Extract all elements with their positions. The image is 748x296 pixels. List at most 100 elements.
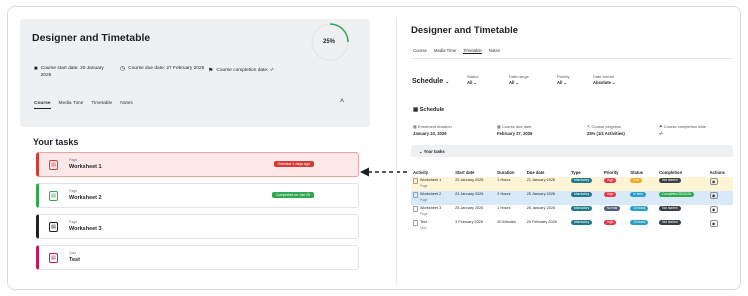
page-icon <box>413 192 418 198</box>
completion-cell: Not started <box>657 177 708 191</box>
status-filter[interactable]: Status All ⌄ <box>467 74 478 86</box>
chevron-down-icon: ⌄ <box>419 149 423 154</box>
due-date-cell: 26 January 2026 <box>526 206 556 210</box>
duration-cell: 1 Hours <box>495 177 525 191</box>
course-page: Designer and Timetable 25% ■ Course star… <box>8 7 372 289</box>
schedule-select[interactable]: Schedule ⌄ <box>412 78 449 85</box>
tab-notes[interactable]: Notes <box>120 101 133 109</box>
screenshot-frame: Designer and Timetable 25% ■ Course star… <box>7 6 741 290</box>
start-date-cell: 20 January 2026 <box>453 177 496 191</box>
priority-cell: High <box>601 177 629 191</box>
course-due-date: ◷ Course due date: 27 February 2026 <box>120 66 205 72</box>
timetable-page: Designer and Timetable Course Media Time… <box>396 17 738 285</box>
actions-cell: ◉ <box>707 177 733 191</box>
date-format-filter[interactable]: Date format Absolute ⌄ <box>593 74 616 86</box>
start-date-cell: 3 February 2026 <box>455 220 483 224</box>
task-card[interactable]: ▤ Page Worksheet 1 Overdue 1 days ago <box>36 152 359 177</box>
completion-cell: Not started <box>657 205 708 219</box>
chart-icon: ↸ <box>587 124 591 129</box>
column-header: Status <box>630 170 644 175</box>
priority-cell: High <box>601 191 629 205</box>
date-range-filter[interactable]: Date range All ⌄ <box>509 74 529 86</box>
calendar-icon: ■ <box>34 66 38 72</box>
activity-cell: Worksheet 2 Page <box>411 191 454 205</box>
tab-timetable[interactable]: Timetable <box>463 48 482 54</box>
calendar-icon: ▦ <box>413 107 419 113</box>
task-name: Worksheet 1 <box>69 164 102 170</box>
course-completion-date: ⚑ Course completion date: -/- <box>208 68 275 74</box>
calendar-icon: ▦ <box>497 124 501 129</box>
tab-media-time[interactable]: Media Time <box>434 48 456 54</box>
task-card[interactable]: ▤ Page Worksheet 3 <box>36 214 359 239</box>
your-tasks-bar[interactable]: ⌄ Your tasks <box>411 145 733 157</box>
quiz-icon: ▤ <box>49 253 58 263</box>
task-name: Worksheet 2 <box>69 195 102 201</box>
completion-badge: Completed 25/01/26 <box>659 192 694 197</box>
activity-cell: Worksheet 3 Page <box>411 205 453 219</box>
task-type: Page <box>69 220 78 224</box>
collapse-chevron-icon[interactable]: ˄ <box>340 98 344 105</box>
column-header: Activity <box>413 170 429 175</box>
priority-badge: High <box>603 178 617 183</box>
activity-cell: Worksheet 1 Page <box>411 177 454 191</box>
status-cell: On track <box>628 219 657 233</box>
start-date-cell: 25 January 2026 <box>455 206 484 210</box>
column-header: Duration <box>497 170 515 175</box>
timetable-tabs: Course Media Time Timetable Notes <box>413 48 500 54</box>
task-card[interactable]: ▤ Page Worksheet 2 Completed on Jan 25 <box>36 183 359 208</box>
type-badge: Mandatory <box>571 192 593 197</box>
completion-cell: Completed 25/01/26 <box>657 191 708 205</box>
progress-percent: 25% <box>323 39 336 45</box>
course-start-date: ■ Course start date: 20 January 2026 <box>34 66 104 78</box>
page-icon: ▤ <box>49 191 58 201</box>
flag-icon: ⚑ <box>659 124 663 129</box>
start-date-cell: 24 January 2026 <box>453 191 496 205</box>
table-row[interactable]: Test Quiz 3 February 2026 30 Minutes 20 Febr… <box>411 219 733 233</box>
priority-cell: Normal <box>602 205 628 219</box>
task-card[interactable]: ▤ Quiz Test <box>36 245 359 270</box>
table-row[interactable]: Worksheet 1 Page 20 January 2026 1 Hours 21 … <box>411 177 733 191</box>
course-completion: ⚑ Course completion date -/- <box>659 124 706 136</box>
tab-course[interactable]: Course <box>413 48 427 54</box>
type-cell: Mandatory <box>569 205 602 219</box>
task-status-badge: Completed on Jan 25 <box>271 192 314 198</box>
course-tabs: Course Media Time Timetable Notes <box>34 101 133 109</box>
chevron-down-icon: ⌄ <box>445 79 450 85</box>
tab-notes[interactable]: Notes <box>489 48 500 54</box>
course-title: Designer and Timetable <box>32 32 151 44</box>
task-type: Quiz <box>69 251 77 255</box>
column-header: Type <box>571 170 581 175</box>
completion-badge: Not started <box>659 220 681 225</box>
tab-course[interactable]: Course <box>34 101 51 109</box>
page-icon: ▤ <box>49 222 58 232</box>
priority-badge: Normal <box>603 206 621 211</box>
task-name: Test <box>69 257 80 263</box>
status-badge: Due <box>630 178 643 183</box>
priority-cell: High <box>602 219 628 233</box>
view-icon[interactable]: ◉ <box>709 220 718 227</box>
type-cell: Mandatory <box>569 191 602 205</box>
table-row[interactable]: Worksheet 2 Page 24 January 2026 2 Hours 25 … <box>411 191 733 205</box>
task-name: Worksheet 3 <box>69 226 102 232</box>
view-icon[interactable]: ◉ <box>709 206 718 213</box>
duration-cell: 1 Hours <box>497 206 511 210</box>
type-badge: Mandatory <box>571 206 593 211</box>
type-cell: Mandatory <box>569 219 602 233</box>
actions-cell: ◉ <box>708 219 733 233</box>
due-date-cell: 25 January 2026 <box>524 191 570 205</box>
page-icon: ▤ <box>49 160 58 170</box>
enrolment-duration: ▦ Enrolment duration January 23, 2026 <box>413 124 452 136</box>
course-progress: ↸ Course progress 25% (1/4 Activities) <box>587 124 625 136</box>
view-icon[interactable]: ◉ <box>709 192 718 199</box>
status-cell: In time <box>628 191 658 205</box>
tab-timetable[interactable]: Timetable <box>91 101 112 109</box>
due-date-cell: 20 February 2026 <box>526 220 557 224</box>
column-header: Completion <box>659 170 683 175</box>
your-tasks-heading: Your tasks <box>33 137 79 147</box>
schedule-heading: ▦ Schedule <box>413 107 445 113</box>
priority-filter[interactable]: Priority All ⌄ <box>557 74 569 86</box>
activity-cell: Test Quiz <box>411 219 453 233</box>
tab-media-time[interactable]: Media Time <box>59 101 84 109</box>
table-row[interactable]: Worksheet 3 Page 25 January 2026 1 Hours 26 … <box>411 205 733 219</box>
view-icon[interactable]: ◉ <box>709 178 718 185</box>
